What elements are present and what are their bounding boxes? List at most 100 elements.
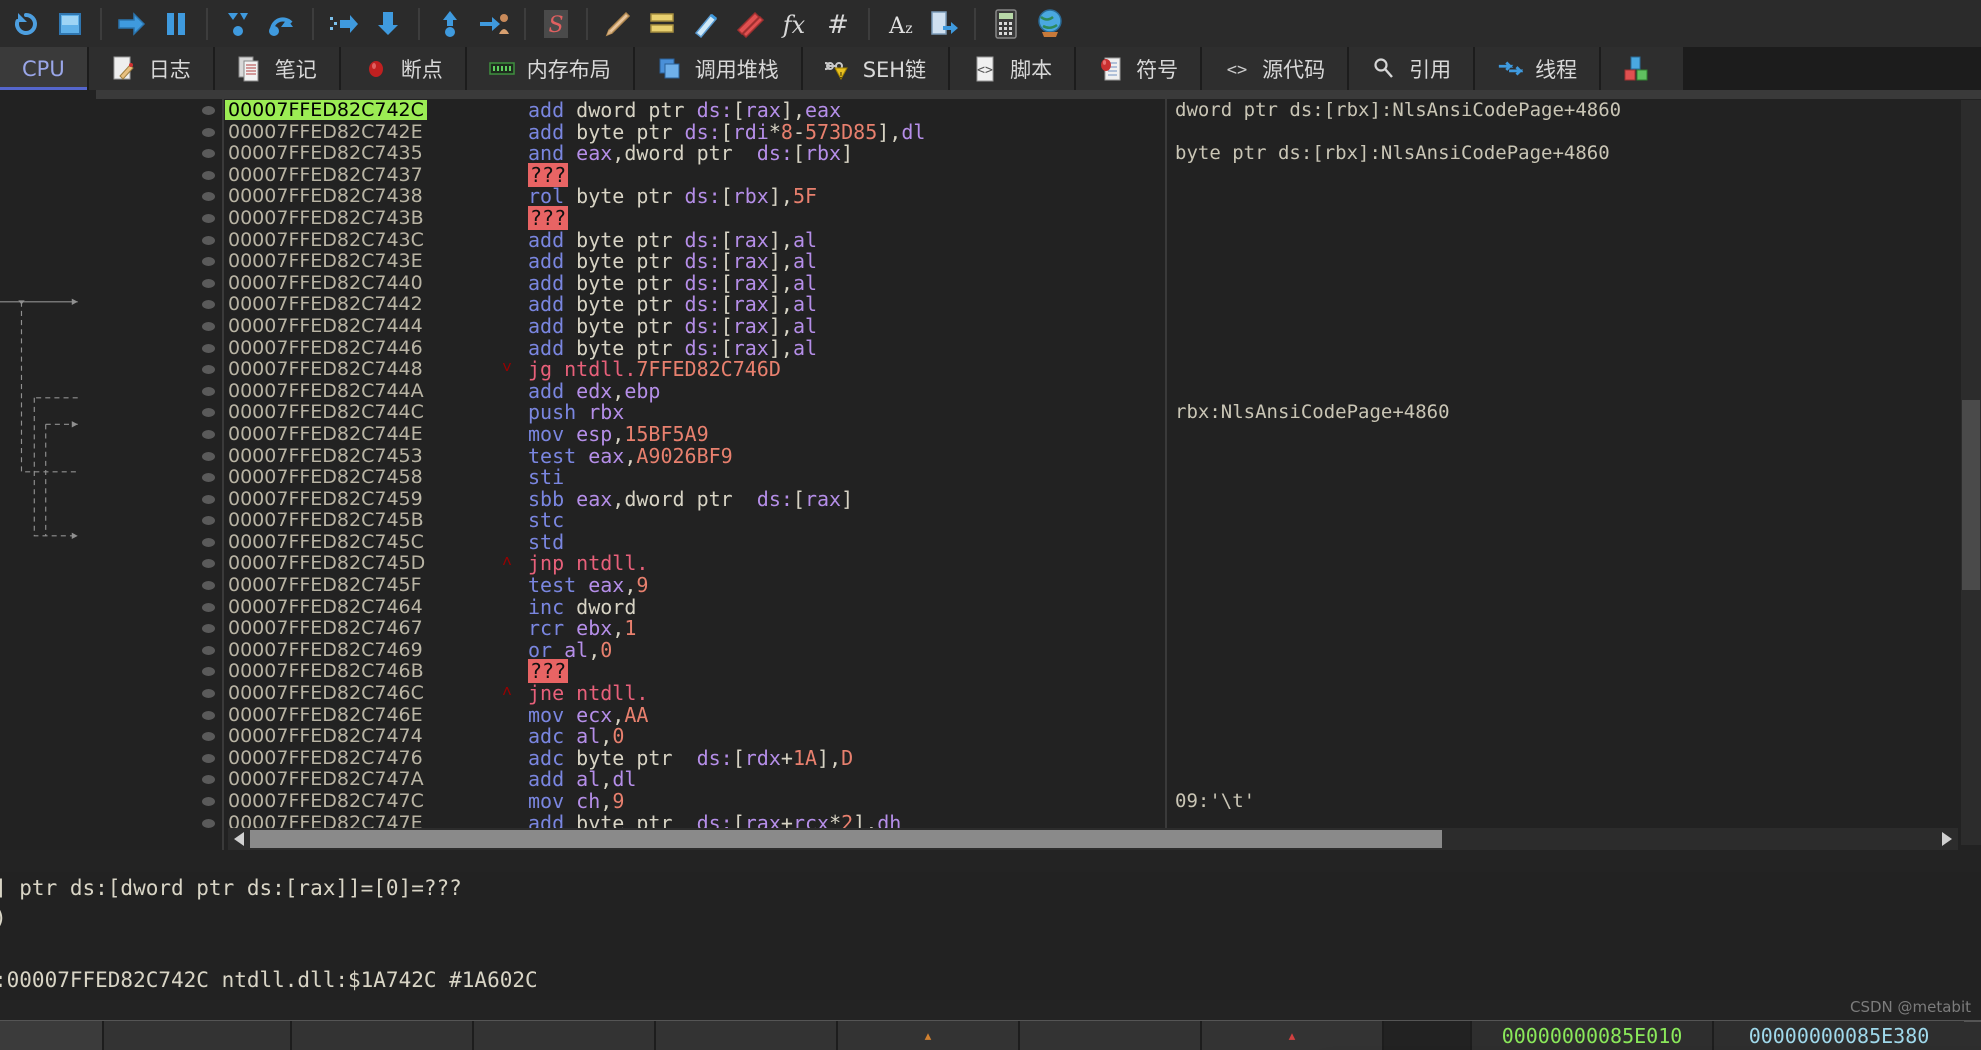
breakpoint-toggle-dot[interactable] xyxy=(202,344,215,353)
breakpoints-icon[interactable] xyxy=(728,4,772,44)
horizontal-scrollbar[interactable] xyxy=(228,828,1958,850)
breakpoint-toggle-dot[interactable] xyxy=(202,257,215,266)
breakpoint-toggle-dot[interactable] xyxy=(202,559,215,568)
step-over-icon[interactable] xyxy=(260,4,304,44)
tab-script[interactable]: <> 脚本 xyxy=(950,47,1076,90)
breakpoint-toggle-dot[interactable] xyxy=(202,365,215,374)
disassembly-row[interactable]: 00007FFED82C7458sti xyxy=(0,466,1981,488)
disassembly-row[interactable]: 00007FFED82C7446add byte ptr ds:[rax],al xyxy=(0,337,1981,359)
breakpoint-toggle-dot[interactable] xyxy=(202,754,215,763)
tab-threads[interactable]: 线程 xyxy=(1475,47,1601,90)
breakpoint-toggle-dot[interactable] xyxy=(202,538,215,547)
breakpoint-toggle-dot[interactable] xyxy=(202,279,215,288)
breakpoint-toggle-dot[interactable] xyxy=(202,667,215,676)
breakpoint-toggle-dot[interactable] xyxy=(202,797,215,806)
disassembly-row[interactable]: 00007FFED82C743B??? xyxy=(0,207,1981,229)
breakpoint-toggle-dot[interactable] xyxy=(202,236,215,245)
breakpoint-toggle-dot[interactable] xyxy=(202,300,215,309)
breakpoint-toggle-dot[interactable] xyxy=(202,171,215,180)
tab-references[interactable]: 引用 xyxy=(1349,47,1475,90)
notes-icon[interactable] xyxy=(684,4,728,44)
pause-icon[interactable] xyxy=(154,4,198,44)
breakpoint-toggle-dot[interactable] xyxy=(202,322,215,331)
breakpoint-toggle-dot[interactable] xyxy=(202,819,215,828)
tab-notes[interactable]: 笔记 xyxy=(215,47,341,90)
goto-expression-dialog[interactable]: 输入目标的地址或表达式... 00000000004979D8 正确的表达式! … xyxy=(663,533,1740,715)
log-icon[interactable] xyxy=(640,4,684,44)
breakpoint-toggle-dot[interactable] xyxy=(202,624,215,633)
execute-till-return-icon[interactable] xyxy=(322,4,366,44)
breakpoint-toggle-dot[interactable] xyxy=(202,516,215,525)
tab-source[interactable]: <> 源代码 xyxy=(1202,47,1349,90)
math-icon[interactable]: fx xyxy=(772,4,816,44)
disassembly-row[interactable]: 00007FFED82C7442add byte ptr ds:[rax],al xyxy=(0,293,1981,315)
run-icon[interactable] xyxy=(110,4,154,44)
cpu-disassembly-pane[interactable]: 00007FFED82C742Cadd dword ptr ds:[rax],e… xyxy=(0,90,1981,850)
breakpoint-toggle-dot[interactable] xyxy=(202,452,215,461)
disassembly-row[interactable]: 00007FFED82C744Emov esp,15BF5A9 xyxy=(0,423,1981,445)
disassembly-row[interactable]: 00007FFED82C742Cadd dword ptr ds:[rax],e… xyxy=(0,99,1981,121)
disassembly-row[interactable]: 00007FFED82C747Aadd al,dl xyxy=(0,768,1981,790)
tab-call-stack[interactable]: 调用堆栈 xyxy=(635,47,803,90)
tab-seh-chain[interactable]: ! SEH链 xyxy=(803,47,950,90)
disassembly-row[interactable]: 00007FFED82C7476adc byte ptr ds:[rdx+1A]… xyxy=(0,747,1981,769)
disassembly-row[interactable]: 00007FFED82C7438rol byte ptr ds:[rbx],5F xyxy=(0,185,1981,207)
hash-icon[interactable]: # xyxy=(816,4,860,44)
breakpoint-toggle-dot[interactable] xyxy=(202,646,215,655)
scylla-icon[interactable]: S xyxy=(534,4,578,44)
scroll-right-arrow[interactable] xyxy=(1936,828,1958,850)
disassembly-row[interactable]: 00007FFED82C7459sbb eax,dword ptr ds:[ra… xyxy=(0,488,1981,510)
breakpoint-toggle-dot[interactable] xyxy=(202,775,215,784)
disassembly-row[interactable]: 00007FFED82C7437??? xyxy=(0,164,1981,186)
breakpoint-toggle-dot[interactable] xyxy=(202,581,215,590)
breakpoint-toggle-dot[interactable] xyxy=(202,495,215,504)
vertical-scrollbar[interactable] xyxy=(1961,100,1981,845)
breakpoint-toggle-dot[interactable] xyxy=(202,387,215,396)
disassembly-row[interactable]: 00007FFED82C7474adc al,0 xyxy=(0,725,1981,747)
breakpoint-toggle-dot[interactable] xyxy=(202,711,215,720)
tab-handles[interactable] xyxy=(1601,47,1685,90)
disassembly-row[interactable]: 00007FFED82C7448˅jg ntdll.7FFED82C746D xyxy=(0,358,1981,380)
disassembly-row[interactable]: 00007FFED82C7453test eax,A9026BF9 xyxy=(0,445,1981,467)
breakpoint-toggle-dot[interactable] xyxy=(202,192,215,201)
breakpoint-toggle-dot[interactable] xyxy=(202,732,215,741)
scroll-left-arrow[interactable] xyxy=(228,828,250,850)
disassembly-row[interactable]: 00007FFED82C7440add byte ptr ds:[rax],al xyxy=(0,272,1981,294)
disassembly-row[interactable]: 00007FFED82C7444add byte ptr ds:[rax],al xyxy=(0,315,1981,337)
stop-icon[interactable] xyxy=(48,4,92,44)
tab-memory-map[interactable]: 内存布局 xyxy=(467,47,635,90)
step-out-icon[interactable] xyxy=(428,4,472,44)
hscroll-track[interactable] xyxy=(250,828,1936,850)
disassembly-row[interactable]: 00007FFED82C745Bstc xyxy=(0,509,1981,531)
disassembly-row[interactable]: 00007FFED82C742Eadd byte ptr ds:[rdi*8-5… xyxy=(0,121,1981,143)
disassembly-row[interactable]: 00007FFED82C747Cmov ch,909:'\t' xyxy=(0,790,1981,812)
disassembly-row[interactable]: 00007FFED82C7435and eax,dword ptr ds:[rb… xyxy=(0,142,1981,164)
tab-symbols[interactable]: 符号 xyxy=(1076,47,1202,90)
step-into-icon[interactable] xyxy=(216,4,260,44)
tab-log[interactable]: 日志 xyxy=(89,47,215,90)
run-to-selection-icon[interactable] xyxy=(366,4,410,44)
breakpoint-toggle-dot[interactable] xyxy=(202,214,215,223)
restart-icon[interactable] xyxy=(4,4,48,44)
breakpoint-toggle-dot[interactable] xyxy=(202,149,215,158)
hscroll-thumb[interactable] xyxy=(250,830,1442,848)
breakpoint-toggle-dot[interactable] xyxy=(202,408,215,417)
tab-breakpoints[interactable]: 断点 xyxy=(341,47,467,90)
tab-cpu[interactable]: CPU xyxy=(0,47,89,90)
calculator-icon[interactable] xyxy=(984,4,1028,44)
goto-icon[interactable] xyxy=(922,4,966,44)
disassembly-row[interactable]: 00007FFED82C744Aadd edx,ebp xyxy=(0,380,1981,402)
disassembly-row[interactable]: 00007FFED82C743Cadd byte ptr ds:[rax],al xyxy=(0,229,1981,251)
breakpoint-toggle-dot[interactable] xyxy=(202,128,215,137)
disassembly-row[interactable]: 00007FFED82C743Eadd byte ptr ds:[rax],al xyxy=(0,250,1981,272)
globe-icon[interactable] xyxy=(1028,4,1072,44)
breakpoint-toggle-dot[interactable] xyxy=(202,689,215,698)
font-icon[interactable]: A z xyxy=(878,4,922,44)
breakpoint-toggle-dot[interactable] xyxy=(202,106,215,115)
disassembly-row[interactable]: 00007FFED82C744Cpush rbxrbx:NlsAnsiCodeP… xyxy=(0,401,1981,423)
breakpoint-toggle-dot[interactable] xyxy=(202,430,215,439)
patch-icon[interactable] xyxy=(596,4,640,44)
attach-icon[interactable] xyxy=(472,4,516,44)
vscroll-thumb[interactable] xyxy=(1962,400,1980,590)
breakpoint-toggle-dot[interactable] xyxy=(202,473,215,482)
